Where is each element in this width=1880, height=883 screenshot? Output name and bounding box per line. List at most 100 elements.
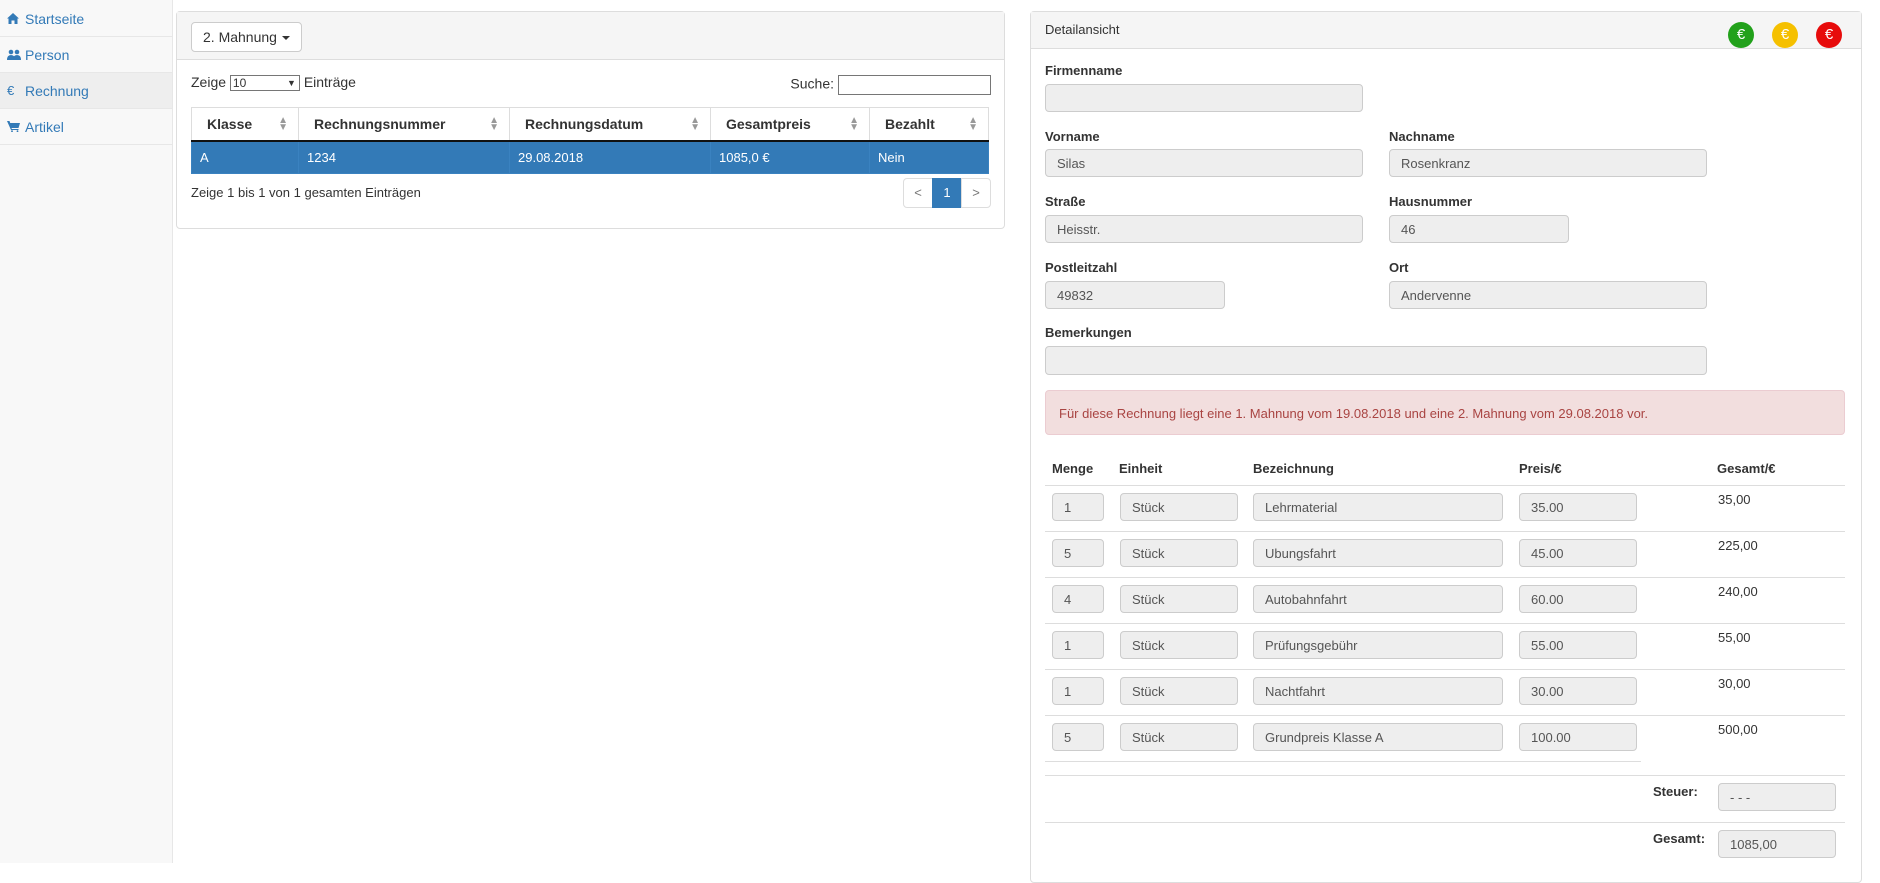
bezeichnung-field[interactable]: Ubungsfahrt: [1253, 539, 1503, 567]
invoice-list-panel: 2. Mahnung Zeige 10 ▼ Einträge Suche: Kla…: [176, 11, 1005, 229]
column-header-label: Gesamtpreis: [726, 116, 811, 132]
menge-field[interactable]: 1: [1052, 677, 1104, 705]
vorname-field[interactable]: Silas: [1045, 149, 1363, 177]
sidebar-item-startseite[interactable]: Startseite: [0, 1, 172, 37]
ort-field[interactable]: Andervenne: [1389, 281, 1707, 309]
postleitzahl-field[interactable]: 49832: [1045, 281, 1225, 309]
nachname-field[interactable]: Rosenkranz: [1389, 149, 1707, 177]
divider: [1045, 623, 1845, 624]
items-header-bezeichnung: Bezeichnung: [1253, 461, 1334, 476]
gesamt-value: 240,00: [1718, 584, 1758, 599]
einheit-field[interactable]: Stück: [1120, 677, 1238, 705]
table-row[interactable]: A 1234 29.08.2018 1085,0 € Nein: [191, 140, 989, 174]
menge-field[interactable]: 1: [1052, 493, 1104, 521]
preis-field[interactable]: 60.00: [1519, 585, 1637, 613]
pagination-prev[interactable]: <: [903, 178, 933, 208]
sort-icon: ▲ ▼: [278, 115, 288, 133]
items-header-menge: Menge: [1052, 461, 1094, 476]
mark-paid-button[interactable]: €: [1728, 22, 1754, 48]
preis-field[interactable]: 100.00: [1519, 723, 1637, 751]
column-header-gesamtpreis[interactable]: Gesamtpreis ▲ ▼: [710, 107, 870, 142]
column-header-rechnungsnummer[interactable]: Rechnungsnummer ▲ ▼: [298, 107, 510, 142]
page-length-select[interactable]: 10 ▼: [229, 75, 300, 92]
home-icon: [7, 13, 25, 24]
cell-rechnungsdatum: 29.08.2018: [509, 140, 711, 174]
invoice-list-heading: 2. Mahnung: [177, 12, 1004, 60]
reminder-alert: Für diese Rechnung liegt eine 1. Mahnung…: [1045, 390, 1845, 435]
invoice-table: Klasse ▲ ▼ Rechnungsnummer ▲ ▼ Rechnungsdatu…: [191, 107, 989, 174]
preis-field[interactable]: 35.00: [1519, 493, 1637, 521]
gesamt-value: 225,00: [1718, 538, 1758, 553]
einheit-field[interactable]: Stück: [1120, 723, 1238, 751]
preis-field[interactable]: 55.00: [1519, 631, 1637, 659]
vorname-label: Vorname: [1045, 129, 1100, 144]
reminder-filter-dropdown[interactable]: 2. Mahnung: [191, 22, 302, 52]
length-suffix: Einträge: [303, 74, 356, 90]
cell-rechnungsnummer: 1234: [298, 140, 510, 174]
search-input[interactable]: [838, 75, 991, 95]
firmenname-field[interactable]: [1045, 84, 1363, 112]
menge-field[interactable]: 5: [1052, 723, 1104, 751]
divider: [1045, 761, 1641, 762]
firmenname-label: Firmenname: [1045, 63, 1123, 78]
bezeichnung-field[interactable]: Nachtfahrt: [1253, 677, 1503, 705]
divider: [1045, 715, 1845, 716]
bezeichnung-field[interactable]: Prüfungsgebühr: [1253, 631, 1503, 659]
divider: [1045, 577, 1845, 578]
pagination-next[interactable]: >: [961, 178, 991, 208]
cell-klasse: A: [191, 140, 299, 174]
column-header-label: Klasse: [207, 116, 253, 132]
chevron-down-icon: [281, 36, 290, 41]
bezeichnung-field[interactable]: Grundpreis Klasse A: [1253, 723, 1503, 751]
search-control: Suche:: [790, 75, 991, 95]
table-header-row: Klasse ▲ ▼ Rechnungsnummer ▲ ▼ Rechnungsdatu…: [191, 107, 989, 142]
page-length-control: Zeige 10 ▼ Einträge: [191, 74, 356, 92]
einheit-field[interactable]: Stück: [1120, 539, 1238, 567]
menge-field[interactable]: 4: [1052, 585, 1104, 613]
divider: [1045, 485, 1845, 486]
strasse-field[interactable]: Heisstr.: [1045, 215, 1363, 243]
einheit-field[interactable]: Stück: [1120, 585, 1238, 613]
menge-field[interactable]: 5: [1052, 539, 1104, 567]
sidebar-item-label: Person: [25, 46, 70, 63]
sidebar-item-label: Artikel: [25, 118, 64, 135]
sidebar-item-person[interactable]: Person: [0, 37, 172, 73]
hausnummer-field[interactable]: 46: [1389, 215, 1569, 243]
sidebar: Startseite Person € Rechnung Artikel: [0, 0, 173, 863]
gesamt-field[interactable]: 1085,00: [1718, 830, 1836, 858]
divider: [1045, 531, 1845, 532]
page-length-value: 10: [232, 76, 247, 91]
sort-icon: ▲ ▼: [849, 115, 859, 133]
einheit-field[interactable]: Stück: [1120, 631, 1238, 659]
menge-field[interactable]: 1: [1052, 631, 1104, 659]
column-header-label: Rechnungsnummer: [314, 116, 446, 132]
sidebar-item-label: Rechnung: [25, 82, 89, 99]
sort-icon: ▲ ▼: [489, 115, 499, 133]
postleitzahl-label: Postleitzahl: [1045, 260, 1118, 275]
column-header-bezahlt[interactable]: Bezahlt ▲ ▼: [869, 107, 989, 142]
strasse-label: Straße: [1045, 194, 1086, 209]
nachname-label: Nachname: [1389, 129, 1455, 144]
euro-icon: €: [7, 83, 15, 98]
bezeichnung-field[interactable]: Lehrmaterial: [1253, 493, 1503, 521]
unpaid-button[interactable]: €: [1816, 22, 1842, 48]
bezeichnung-field[interactable]: Autobahnfahrt: [1253, 585, 1503, 613]
invoice-detail-panel: Detailansicht € € € Firmenname Vorname S…: [1030, 11, 1862, 883]
preis-field[interactable]: 45.00: [1519, 539, 1637, 567]
einheit-field[interactable]: Stück: [1120, 493, 1238, 521]
reminder-button[interactable]: €: [1772, 22, 1798, 48]
users-icon: [7, 49, 25, 60]
sidebar-item-rechnung[interactable]: € Rechnung: [0, 73, 172, 109]
steuer-label: Steuer:: [1653, 784, 1698, 799]
bemerkungen-textarea[interactable]: [1045, 346, 1707, 375]
steuer-field[interactable]: - - -: [1718, 783, 1836, 811]
sidebar-item-artikel[interactable]: Artikel: [0, 109, 172, 145]
pagination-page-1[interactable]: 1: [932, 178, 962, 208]
sort-icon: ▲ ▼: [690, 115, 700, 133]
column-header-klasse[interactable]: Klasse ▲ ▼: [191, 107, 299, 142]
column-header-label: Rechnungsdatum: [525, 116, 644, 132]
gesamt-label: Gesamt:: [1653, 831, 1706, 846]
divider: [1045, 822, 1845, 823]
column-header-rechnungsdatum[interactable]: Rechnungsdatum ▲ ▼: [509, 107, 711, 142]
preis-field[interactable]: 30.00: [1519, 677, 1637, 705]
